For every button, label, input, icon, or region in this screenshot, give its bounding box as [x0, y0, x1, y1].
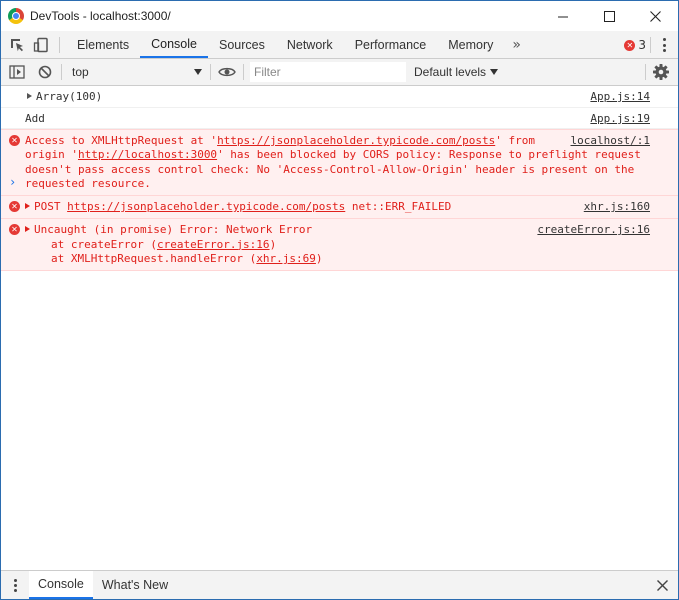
console-messages: Array(100) App.js:14 Add App.js:19 ✕ Acc…: [1, 86, 678, 272]
expand-arrow-icon[interactable]: [27, 93, 32, 99]
console-toolbar: top Default levels: [1, 59, 678, 86]
tab-sources[interactable]: Sources: [208, 31, 276, 58]
minimize-button[interactable]: [540, 1, 586, 31]
maximize-icon: [603, 10, 615, 22]
window-title: DevTools - localhost:3000/: [30, 9, 171, 23]
tab-memory[interactable]: Memory: [437, 31, 504, 58]
stack-frame: at XMLHttpRequest.handleError (xhr.js:69…: [51, 252, 323, 266]
sidebar-toggle-icon: [9, 65, 25, 79]
dropdown-arrow-icon: [490, 69, 499, 75]
toolbar-divider: [650, 37, 651, 53]
maximize-button[interactable]: [586, 1, 632, 31]
live-expression-button[interactable]: [215, 59, 239, 86]
dropdown-arrow-icon: [194, 69, 202, 75]
error-icon: ✕: [9, 201, 20, 213]
toolbar-divider: [210, 64, 211, 80]
console-message: Array(100) App.js:14: [1, 86, 678, 108]
stack-frame-link[interactable]: xhr.js:69: [256, 252, 316, 265]
console-message: Add App.js:19: [1, 108, 678, 129]
kebab-dot-icon: [662, 43, 666, 47]
window-controls: [540, 1, 678, 31]
close-icon: [649, 10, 661, 22]
message-text: Add: [25, 112, 45, 125]
error-icon: ✕: [9, 135, 20, 146]
device-toggle-icon: [33, 37, 48, 52]
close-drawer-button[interactable]: [657, 577, 668, 595]
toolbar-divider: [645, 64, 646, 80]
error-counter[interactable]: ✕ 3: [624, 38, 646, 52]
console-error-message: ✕ Uncaught (in promise) Error: Network E…: [1, 219, 678, 272]
drawer-tab-console[interactable]: Console: [29, 571, 93, 599]
expand-arrow-icon[interactable]: [25, 203, 30, 210]
origin-url-link[interactable]: http://localhost:3000: [78, 148, 217, 161]
kebab-dot-icon: [13, 588, 17, 592]
more-tabs-button[interactable]: »: [504, 37, 529, 53]
stack-frame-link[interactable]: createError.js:16: [157, 238, 270, 251]
kebab-dot-icon: [13, 583, 17, 587]
kebab-dot-icon: [662, 38, 666, 41]
clear-console-icon: [38, 65, 52, 79]
tab-elements[interactable]: Elements: [66, 31, 140, 58]
error-icon: ✕: [9, 224, 20, 236]
gear-icon: [653, 64, 669, 80]
kebab-dot-icon: [13, 578, 17, 582]
tab-console[interactable]: Console: [140, 31, 208, 58]
expand-arrow-icon[interactable]: [25, 226, 30, 233]
kebab-dot-icon: [662, 49, 666, 52]
drawer-tab-whats-new[interactable]: What's New: [93, 571, 177, 599]
console-settings-button[interactable]: [652, 63, 670, 81]
error-badge-icon: ✕: [624, 39, 636, 51]
chrome-logo-icon: [8, 8, 24, 24]
filter-input[interactable]: [250, 62, 406, 82]
console-prompt[interactable]: ›: [9, 175, 16, 189]
close-icon: [657, 580, 668, 591]
source-link[interactable]: createError.js:16: [537, 223, 650, 237]
log-levels-dropdown[interactable]: Default levels: [414, 65, 499, 79]
inspect-element-button[interactable]: [5, 31, 29, 58]
eye-icon: [218, 67, 236, 77]
close-window-button[interactable]: [632, 1, 678, 31]
toolbar-divider: [243, 64, 244, 80]
request-url-link[interactable]: https://jsonplaceholder.typicode.com/pos…: [67, 200, 345, 213]
minimize-icon: [557, 16, 568, 17]
source-link[interactable]: localhost/:1: [571, 134, 650, 148]
source-link[interactable]: xhr.js:160: [584, 200, 650, 214]
stack-frame: at createError (createError.js:16): [51, 237, 277, 251]
log-levels-label: Default levels: [414, 65, 487, 79]
devtools-window: DevTools - localhost:3000/ Elements Cons…: [0, 0, 679, 600]
source-link[interactable]: App.js:19: [590, 112, 650, 126]
message-text[interactable]: Array(100): [36, 90, 102, 103]
toolbar-divider: [59, 36, 60, 53]
clear-console-button[interactable]: [33, 59, 57, 86]
device-toolbar-button[interactable]: [29, 31, 53, 58]
request-url-link[interactable]: https://jsonplaceholder.typicode.com/pos…: [217, 134, 495, 147]
drawer-tab-bar: Console What's New: [1, 570, 678, 599]
execution-context-value: top: [72, 65, 89, 79]
console-error-message: ✕ Access to XMLHttpRequest at 'https://j…: [1, 129, 678, 197]
customize-menu-button[interactable]: [656, 36, 672, 54]
source-link[interactable]: App.js:14: [590, 90, 650, 104]
toolbar-divider: [61, 64, 62, 80]
inspect-cursor-icon: [11, 38, 23, 51]
title-bar: DevTools - localhost:3000/: [1, 1, 678, 31]
console-error-message: ✕ POST https://jsonplaceholder.typicode.…: [1, 196, 678, 220]
panel-tab-bar: Elements Console Sources Network Perform…: [1, 31, 678, 59]
show-sidebar-button[interactable]: [5, 59, 29, 86]
error-count: 3: [638, 38, 646, 52]
tab-performance[interactable]: Performance: [344, 31, 438, 58]
tab-network[interactable]: Network: [276, 31, 344, 58]
message-text[interactable]: Uncaught (in promise) Error: Network Err…: [34, 223, 312, 236]
execution-context-select[interactable]: top: [68, 62, 206, 82]
drawer-menu-button[interactable]: [1, 571, 29, 599]
